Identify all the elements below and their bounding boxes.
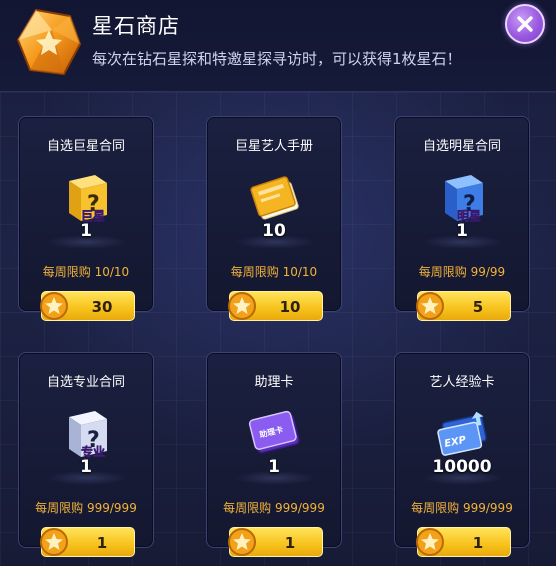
shop-item-card[interactable]: 巨星艺人手册 10 每周限购 10/10 10 xyxy=(206,116,342,321)
item-price: 5 xyxy=(472,298,484,316)
close-icon xyxy=(517,16,533,32)
purchase-limit: 每周限购 10/10 xyxy=(230,265,318,279)
buy-button[interactable]: 30 xyxy=(40,291,135,321)
star-stone-coin-icon xyxy=(416,292,444,320)
star-stone-coin-icon xyxy=(228,292,256,320)
shop-item-card[interactable]: 助理卡 助理卡 1 每周限购 999/999 1 xyxy=(206,352,342,557)
purple-assistant-card-icon: 助理卡 xyxy=(248,410,300,454)
item-count: 1 xyxy=(80,221,92,241)
blue-exp-ticket-icon: EXP xyxy=(437,411,487,456)
page-title: 星石商店 xyxy=(92,14,180,38)
item-name: 艺人经验卡 xyxy=(429,375,495,390)
star-stone-coin-icon xyxy=(416,528,444,556)
item-count: 1 xyxy=(456,221,468,241)
shop-header: 星石商店 每次在钻石星探和特邀星探寻访时，可以获得1枚星石！ xyxy=(0,0,556,92)
page-subtitle: 每次在钻石星探和特邀星探寻访时，可以获得1枚星石！ xyxy=(92,50,462,68)
shop-item-card[interactable]: 自选明星合同 ? 明星 1 每周限购 99/99 5 xyxy=(394,116,530,321)
golden-manual-icon xyxy=(250,176,299,220)
purchase-limit: 每周限购 99/99 xyxy=(418,265,506,279)
star-stone-coin-icon xyxy=(40,528,68,556)
buy-button[interactable]: 1 xyxy=(40,527,135,557)
buy-button[interactable]: 1 xyxy=(416,527,511,557)
item-price: 10 xyxy=(279,298,301,316)
item-price: 30 xyxy=(91,298,113,316)
item-name: 助理卡 xyxy=(254,375,294,390)
buy-button[interactable]: 1 xyxy=(228,527,323,557)
item-count: 1 xyxy=(268,457,280,477)
item-name: 自选巨星合同 xyxy=(46,139,125,154)
shop-item-card[interactable]: 自选专业合同 ? 专业 1 每周限购 999/999 1 xyxy=(18,352,154,557)
item-count: 1 xyxy=(80,457,92,477)
shop-item-card[interactable]: 自选巨星合同 ? 巨星 1 每周限购 10/10 30 xyxy=(18,116,154,321)
purchase-limit: 每周限购 10/10 xyxy=(42,265,130,279)
close-button[interactable] xyxy=(505,4,545,44)
purchase-limit: 每周限购 999/999 xyxy=(223,501,325,515)
buy-button[interactable]: 5 xyxy=(416,291,511,321)
item-price: 1 xyxy=(472,534,484,552)
item-name: 自选明星合同 xyxy=(422,139,501,154)
item-name: 自选专业合同 xyxy=(46,375,125,390)
purchase-limit: 每周限购 999/999 xyxy=(411,501,513,515)
star-stone-icon xyxy=(16,8,82,76)
item-name: 巨星艺人手册 xyxy=(234,139,313,154)
item-price: 1 xyxy=(96,534,108,552)
item-count: 10 xyxy=(262,221,286,241)
item-count: 10000 xyxy=(432,457,492,477)
purchase-limit: 每周限购 999/999 xyxy=(35,501,137,515)
star-stone-coin-icon xyxy=(228,528,256,556)
star-stone-coin-icon xyxy=(40,292,68,320)
item-price: 1 xyxy=(284,534,296,552)
buy-button[interactable]: 10 xyxy=(228,291,323,321)
shop-item-card[interactable]: 艺人经验卡 EXP 10000 每周限购 999/999 1 xyxy=(394,352,530,557)
